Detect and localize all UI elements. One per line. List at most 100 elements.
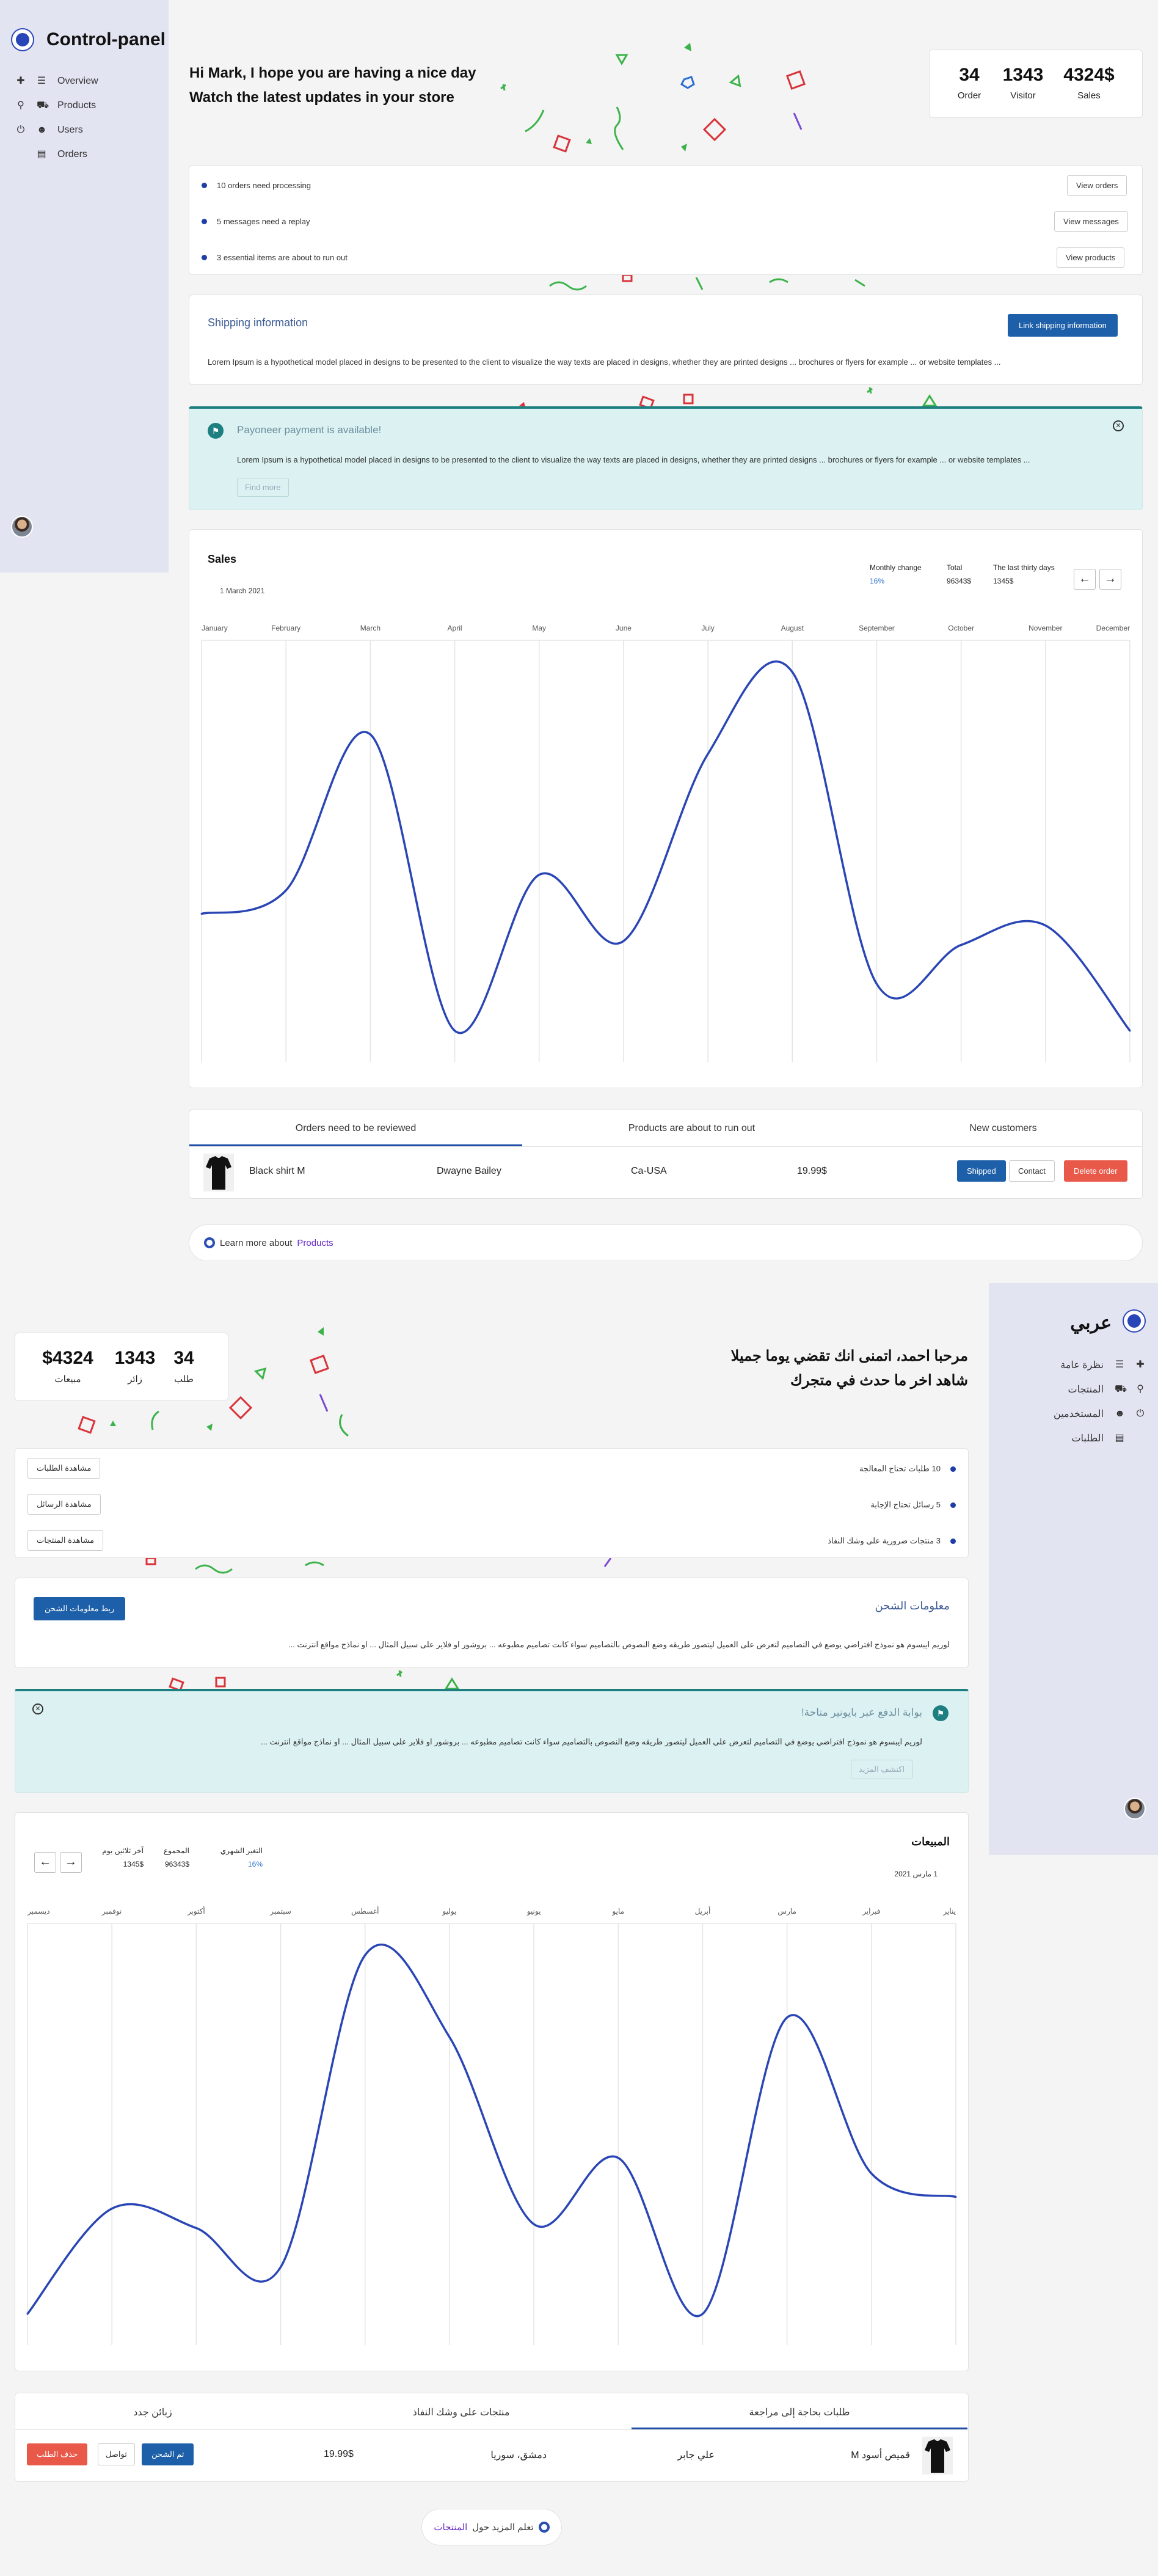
chart-date: 1 March 2021 — [220, 587, 265, 595]
x-tick-label: سبتمبر — [269, 1907, 291, 1916]
link-shipping-button[interactable]: ربط معلومات الشحن — [34, 1597, 126, 1620]
delete-order-button[interactable]: حذف الطلب — [27, 2443, 88, 2465]
sidebar-item-products[interactable]: ⚲ ⛟ Products — [16, 100, 96, 111]
confetti-decoration — [549, 275, 865, 291]
data-point — [369, 733, 371, 736]
stat-visitors: 1343 Visitor — [1002, 65, 1044, 101]
sidebar-item-users[interactable]: المستخدمين ☻ ⏻ — [1038, 1408, 1145, 1420]
greeting: Hi Mark, I hope you are having a nice da… — [189, 65, 476, 106]
cart-icon: ⛟ — [37, 100, 49, 111]
receipt-icon: ▤ — [37, 149, 46, 159]
sidebar-item-overview[interactable]: نظرة عامة ☰ ✚ — [1038, 1359, 1145, 1371]
close-icon[interactable]: ✕ — [32, 1703, 43, 1714]
view-products-button[interactable]: مشاهدة المنتجات — [27, 1530, 104, 1551]
data-point — [786, 2016, 788, 2019]
tab-products-run-out[interactable]: منتجات على وشك النفاذ — [293, 2406, 629, 2418]
x-tick-label: April — [448, 624, 462, 632]
user-icon: ☻ — [37, 125, 47, 135]
products-link[interactable]: المنتجات — [434, 2522, 467, 2533]
avatar[interactable] — [11, 516, 33, 538]
x-tick-label: June — [616, 624, 632, 632]
confetti-decoration — [169, 1670, 460, 1691]
data-point — [111, 2208, 113, 2210]
tab-new-customers[interactable]: زبائن جدد — [0, 2406, 321, 2418]
data-point — [707, 753, 709, 755]
x-tick-label: May — [532, 624, 546, 632]
product-name: Black shirt M — [249, 1166, 305, 1176]
contact-button[interactable]: تواصل — [98, 2443, 135, 2465]
contact-button[interactable]: Contact — [1009, 1160, 1055, 1182]
data-point — [538, 874, 541, 876]
link-shipping-button[interactable]: Link shipping information — [1008, 314, 1118, 337]
shipped-button[interactable]: Shipped — [957, 1160, 1006, 1182]
tab-products-run-out[interactable]: Products are about to run out — [525, 1123, 858, 1134]
shipped-button[interactable]: تم الشحن — [142, 2443, 194, 2465]
view-messages-button[interactable]: مشاهدة الرسائل — [27, 1494, 101, 1515]
find-more-button[interactable]: اكتشف المزيد — [851, 1760, 913, 1779]
data-point — [448, 2036, 451, 2038]
avatar[interactable] — [1124, 1798, 1146, 1820]
data-point — [280, 2266, 282, 2268]
kpi-last-thirty-days: The last thirty days 1345$ — [993, 563, 1055, 585]
products-link[interactable]: Products — [297, 1238, 333, 1248]
delete-order-button[interactable]: Delete order — [1064, 1160, 1127, 1182]
sales-series-line — [26, 1944, 956, 2318]
list-icon: ☰ — [37, 76, 46, 86]
payoneer-text: Lorem Ipsum is a hypothetical model plac… — [237, 455, 1030, 464]
table-row-divider — [189, 1146, 1142, 1147]
view-orders-button[interactable]: مشاهدة الطلبات — [27, 1458, 101, 1479]
sidebar-item-products[interactable]: المنتجات ⛟ ⚲ — [1038, 1383, 1145, 1396]
search-icon: ⚲ — [1137, 1384, 1144, 1394]
brand-title: Control-panel — [46, 29, 166, 49]
data-point — [533, 2223, 535, 2225]
view-messages-button[interactable]: View messages — [1054, 211, 1128, 232]
power-icon: ⏻ — [16, 125, 25, 135]
next-arrow-button[interactable]: → — [1099, 569, 1121, 590]
sidebar-item-orders[interactable]: الطلبات ▤ — [1038, 1432, 1145, 1444]
close-icon[interactable]: ✕ — [1113, 420, 1124, 431]
todo-item: 3 essential items are about to run out — [202, 253, 348, 262]
todo-item: 5 رسائل تحتاج الإجابة — [611, 1500, 956, 1510]
stat-orders: 34 Order — [957, 65, 981, 101]
data-point — [285, 889, 287, 891]
tab-orders-review[interactable]: Orders need to be reviewed — [189, 1123, 522, 1134]
shipping-card — [15, 1578, 969, 1668]
x-tick-label: نوفمبر — [101, 1907, 122, 1916]
next-arrow-button[interactable]: → — [60, 1852, 82, 1873]
data-point — [1129, 1030, 1131, 1032]
x-tick-label: مارس — [777, 1907, 796, 1916]
x-tick-label: يناير — [942, 1907, 956, 1916]
customer-location: Ca-USA — [631, 1166, 667, 1176]
view-orders-button[interactable]: View orders — [1067, 175, 1127, 196]
greeting: مرحبا احمد، اتمنى انك تقضي يوما جميلا شا… — [730, 1348, 968, 1389]
learn-more-pill: Learn more about Products — [189, 1224, 1143, 1261]
prev-arrow-button[interactable]: ← — [1074, 569, 1096, 590]
sidebar-item-users[interactable]: ⏻ ☻ Users — [16, 125, 83, 136]
stat-orders: 34 طلب — [173, 1348, 194, 1385]
todo-item: 10 orders need processing — [202, 181, 311, 190]
kpi-last-thirty-days: آخر ثلاثين يوم 1345$ — [102, 1846, 144, 1868]
plus-icon: ✚ — [16, 76, 25, 86]
prev-arrow-button[interactable]: ← — [34, 1852, 56, 1873]
tab-orders-review[interactable]: طلبات بحاجة إلى مراجعة — [632, 2406, 967, 2418]
cart-icon: ⛟ — [1115, 1384, 1127, 1394]
data-point — [26, 2313, 29, 2315]
sidebar-item-overview[interactable]: ✚ ☰ Overview — [16, 76, 98, 87]
x-tick-label: September — [859, 624, 895, 632]
stat-visitors: 1343 زائر — [114, 1348, 156, 1385]
x-tick-label: February — [271, 624, 300, 632]
data-point — [364, 1954, 366, 1956]
customer-name: علي جابر — [677, 2450, 715, 2461]
tab-new-customers[interactable]: New customers — [837, 1123, 1158, 1134]
kpi-total: Total 96343$ — [947, 563, 972, 585]
chart-date: 1 مارس 2021 — [894, 1870, 938, 1878]
find-more-button[interactable]: Find more — [237, 478, 289, 497]
product-name: قميص أسود M — [851, 2450, 910, 2461]
data-point — [200, 913, 203, 915]
search-icon: ⚲ — [17, 100, 24, 111]
list-icon: ☰ — [1115, 1359, 1124, 1370]
brand-logo — [1124, 1311, 1145, 1331]
brand-title: عربي — [1070, 1313, 1112, 1333]
sidebar-item-orders[interactable]: ▤ Orders — [16, 149, 87, 160]
view-products-button[interactable]: View products — [1057, 247, 1125, 268]
